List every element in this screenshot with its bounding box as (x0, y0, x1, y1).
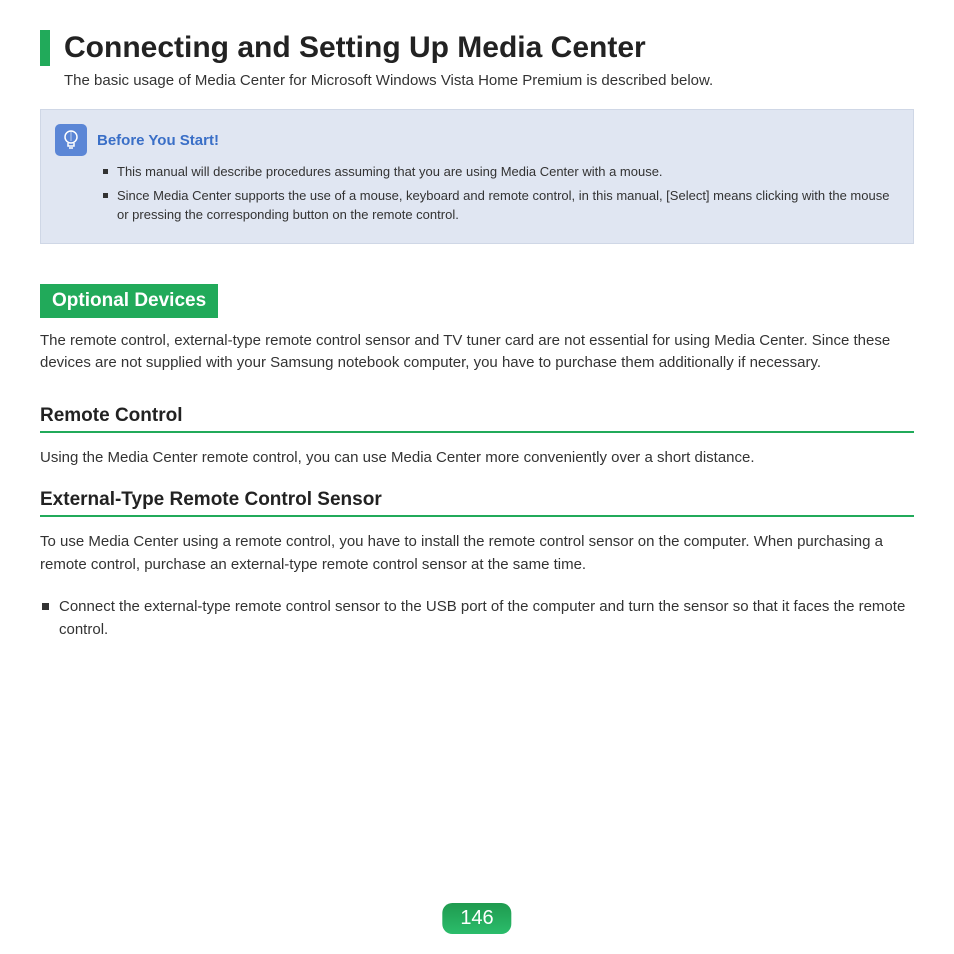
note-title: Before You Start! (97, 132, 219, 149)
subsection-heading: Remote Control (40, 405, 914, 427)
body-text: To use Media Center using a remote contr… (40, 531, 914, 576)
before-you-start-note: Before You Start! This manual will descr… (40, 109, 914, 244)
title-row: Connecting and Setting Up Media Center (40, 30, 914, 66)
heading-underline (40, 431, 914, 433)
sensor-section: External-Type Remote Control Sensor To u… (40, 489, 914, 641)
optional-devices-section: Optional Devices The remote control, ext… (40, 284, 914, 375)
page-title: Connecting and Setting Up Media Center (64, 31, 646, 65)
body-text: Using the Media Center remote control, y… (40, 447, 914, 470)
section-badge: Optional Devices (40, 284, 218, 318)
note-item: Since Media Center supports the use of a… (103, 186, 895, 225)
note-item: This manual will describe procedures ass… (103, 162, 895, 182)
intro-text: The basic usage of Media Center for Micr… (64, 72, 914, 89)
section-text: The remote control, external-type remote… (40, 330, 914, 375)
bullet-item: Connect the external-type remote control… (42, 596, 914, 641)
bullet-text: Connect the external-type remote control… (59, 596, 914, 641)
title-accent-bar (40, 30, 50, 66)
document-page: Connecting and Setting Up Media Center T… (0, 0, 954, 721)
page-number-badge: 146 (442, 903, 511, 934)
heading-underline (40, 515, 914, 517)
lightbulb-icon (55, 124, 87, 156)
note-header: Before You Start! (55, 124, 895, 156)
remote-control-section: Remote Control Using the Media Center re… (40, 405, 914, 470)
note-list: This manual will describe procedures ass… (103, 162, 895, 225)
square-bullet-icon (42, 603, 49, 610)
subsection-heading: External-Type Remote Control Sensor (40, 489, 914, 511)
